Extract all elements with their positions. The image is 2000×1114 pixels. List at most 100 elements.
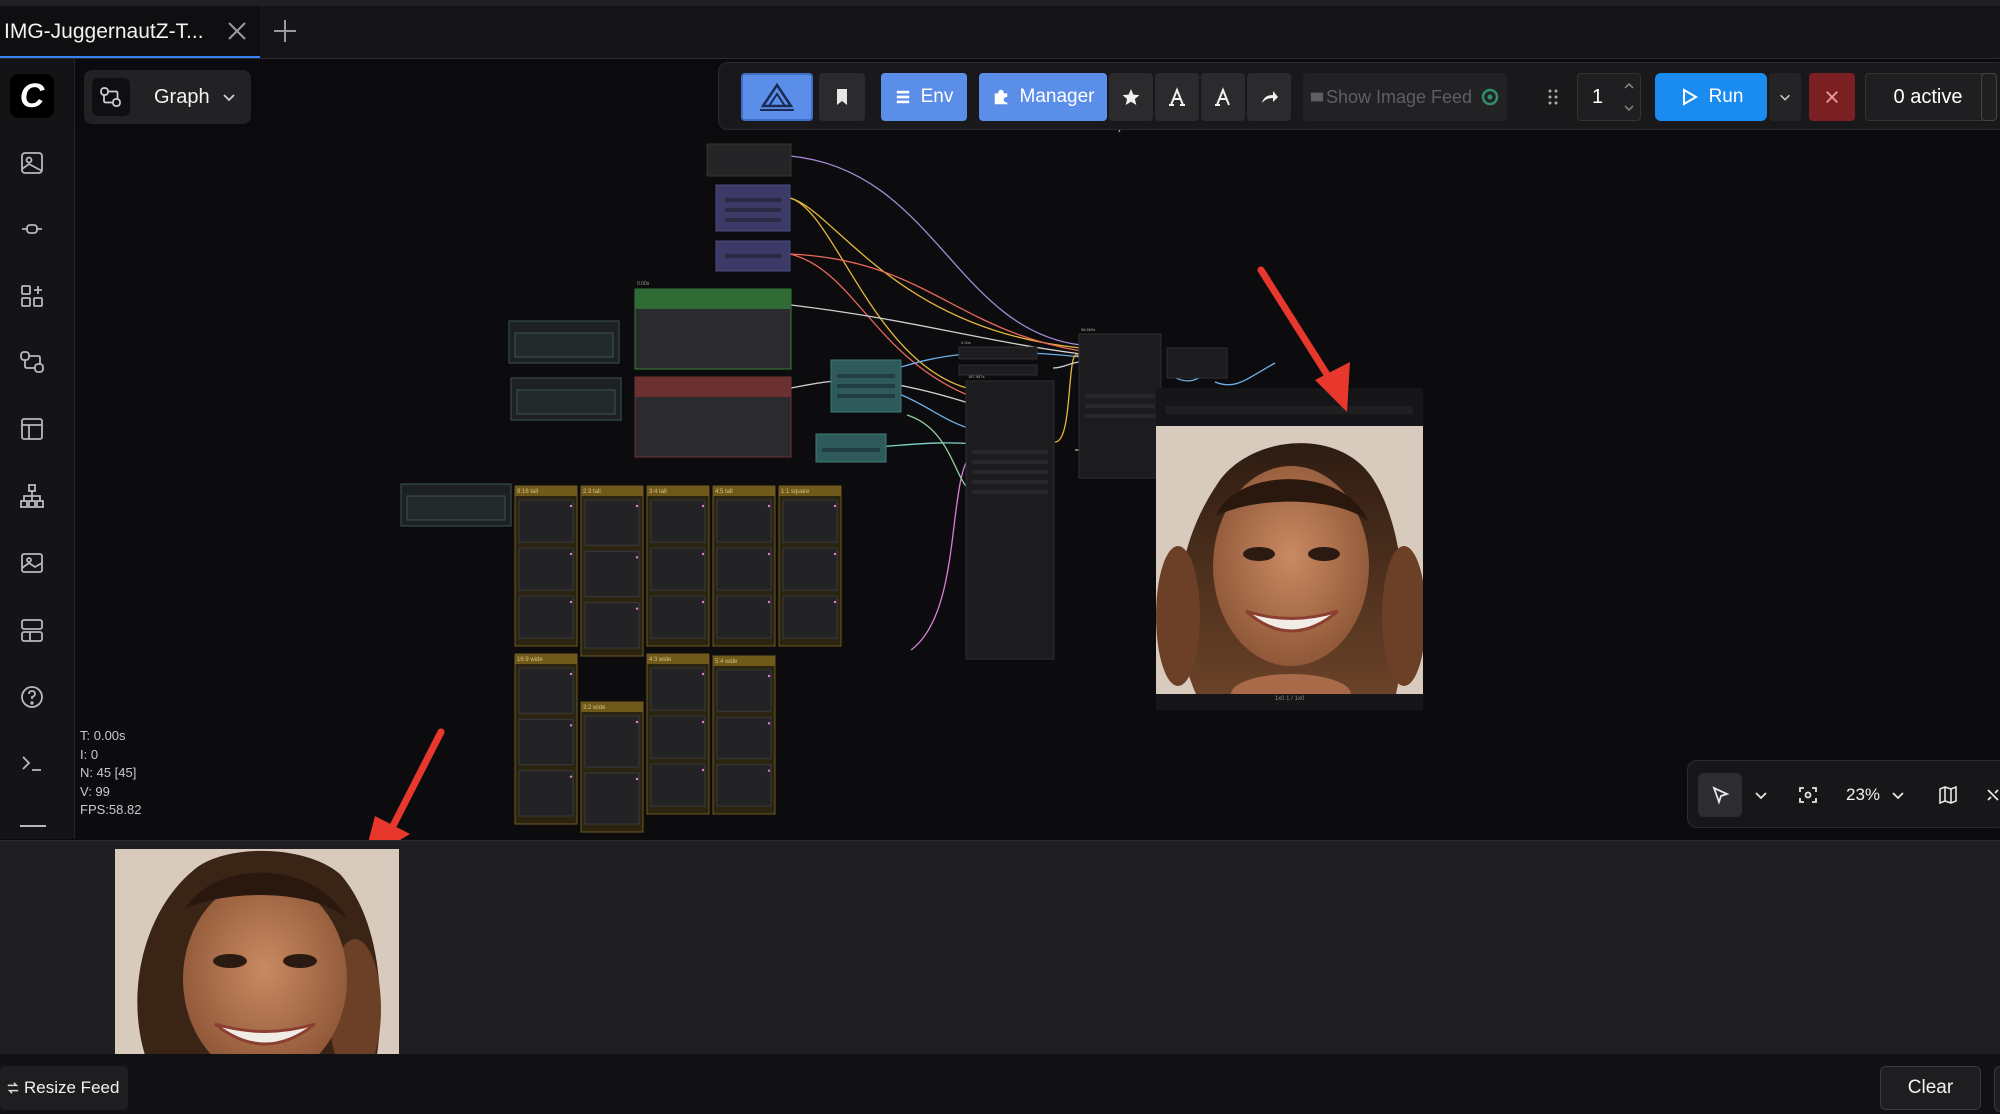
resize-feed-button[interactable]: Resize Feed xyxy=(0,1066,128,1110)
ratio-group-node-output[interactable] xyxy=(701,768,705,772)
help-icon[interactable] xyxy=(14,679,50,715)
images-icon[interactable] xyxy=(14,145,50,181)
link-visibility-button[interactable] xyxy=(1978,773,2000,817)
ratio-group-node[interactable] xyxy=(518,499,574,543)
sidebar-more-icon[interactable] xyxy=(20,825,46,827)
ratio-group-node[interactable] xyxy=(716,669,772,712)
ratio-group-node-output[interactable] xyxy=(635,777,639,781)
feed-options-button[interactable] xyxy=(1994,1066,2000,1112)
ratio-group-node-output[interactable] xyxy=(701,720,705,724)
ratio-group-node-output[interactable] xyxy=(701,672,705,676)
model-button-2[interactable] xyxy=(1201,73,1245,121)
ratio-group-node[interactable] xyxy=(650,763,706,807)
ratio-group-node[interactable] xyxy=(584,772,640,825)
ratio-group-node-output[interactable] xyxy=(701,504,705,508)
ratio-group-node[interactable] xyxy=(716,547,772,591)
ratio-group-node[interactable] xyxy=(518,718,574,766)
manager-button[interactable]: Manager xyxy=(979,73,1107,121)
queue-icon[interactable] xyxy=(14,545,50,581)
model-library-icon[interactable] xyxy=(14,478,50,514)
graph-selector[interactable]: Graph xyxy=(84,70,251,124)
ratio-group-node-output[interactable] xyxy=(635,504,639,508)
feed-image-thumbnail[interactable] xyxy=(115,849,399,1055)
generated-portrait-image[interactable] xyxy=(1156,426,1423,694)
ratio-group-node[interactable] xyxy=(584,499,640,546)
stepper-icon[interactable] xyxy=(1622,78,1636,116)
ratio-group-node-output[interactable] xyxy=(767,552,771,556)
node-library-icon[interactable] xyxy=(14,278,50,314)
ratio-group-node[interactable] xyxy=(716,716,772,760)
ratio-group-node-output[interactable] xyxy=(569,775,573,778)
ratio-group-node-output[interactable] xyxy=(635,607,639,610)
run-button[interactable]: Run xyxy=(1655,73,1767,121)
terminal-icon[interactable] xyxy=(14,745,50,781)
ratio-group-node[interactable] xyxy=(584,715,640,768)
ratio-group-node[interactable] xyxy=(650,595,706,639)
model-button-1[interactable] xyxy=(1155,73,1199,121)
save-image-node[interactable]: 1x0 1 / 1x0 xyxy=(1156,388,1423,710)
ratio-group-node-output[interactable] xyxy=(635,720,639,724)
nodes-icon[interactable] xyxy=(14,211,50,247)
layout-icon[interactable] xyxy=(14,612,50,648)
ratio-group-node-output[interactable] xyxy=(833,504,837,508)
plus-icon[interactable] xyxy=(270,16,300,46)
ratio-group-node[interactable] xyxy=(584,550,640,598)
workflow-tab[interactable]: IMG-JuggernautZ-T... xyxy=(0,6,260,58)
ratio-group-node-output[interactable] xyxy=(767,600,771,604)
env-button[interactable]: Env xyxy=(881,73,967,121)
ratio-group-node[interactable] xyxy=(716,499,772,543)
minimap-button[interactable] xyxy=(1928,773,1968,817)
clear-feed-button[interactable]: Clear xyxy=(1880,1066,1981,1110)
show-image-feed-button[interactable]: Show Image Feed xyxy=(1303,73,1507,121)
image-icon xyxy=(1310,92,1324,102)
ratio-group-node-output[interactable] xyxy=(701,552,705,556)
ratio-group-node[interactable] xyxy=(518,770,574,817)
batch-count-input[interactable]: 1 xyxy=(1577,73,1641,121)
ratio-group-node[interactable] xyxy=(518,547,574,591)
active-queue-button[interactable]: 0 active xyxy=(1865,73,1991,121)
templates-icon[interactable] xyxy=(14,411,50,447)
star-button[interactable] xyxy=(1109,73,1153,121)
ratio-group-node-output[interactable] xyxy=(767,674,771,678)
select-tool-button[interactable] xyxy=(1698,773,1742,817)
fit-view-button[interactable] xyxy=(1788,773,1828,817)
ratio-group-node-output[interactable] xyxy=(569,504,573,508)
ratio-group-node-output[interactable] xyxy=(569,672,573,676)
ratio-group-node-output[interactable] xyxy=(833,552,837,556)
ratio-group-node[interactable] xyxy=(650,715,706,759)
ratio-group-node[interactable] xyxy=(716,595,772,639)
ratio-group-node[interactable] xyxy=(782,547,838,591)
ratio-group-node[interactable] xyxy=(518,667,574,714)
ratio-group-node-output[interactable] xyxy=(701,600,705,604)
ratio-group-node[interactable] xyxy=(650,499,706,543)
ratio-group-node[interactable] xyxy=(782,499,838,543)
drag-handle-icon[interactable] xyxy=(1543,73,1563,121)
ratio-group-node-output[interactable] xyxy=(569,724,573,727)
ratio-group-node-output[interactable] xyxy=(767,722,771,725)
ratio-group-node-output[interactable] xyxy=(569,552,573,556)
bookmark-button[interactable] xyxy=(819,73,865,121)
ratio-group-node[interactable] xyxy=(716,764,772,807)
ratio-group-node[interactable] xyxy=(650,547,706,591)
play-icon xyxy=(1682,88,1698,106)
zoom-level-dropdown[interactable]: 23% xyxy=(1836,773,1916,817)
ratio-group-node[interactable] xyxy=(782,595,838,639)
tool-options-button[interactable] xyxy=(1748,773,1774,817)
ratio-group-node-output[interactable] xyxy=(767,504,771,508)
interrupt-button[interactable] xyxy=(1809,73,1855,121)
workflows-icon[interactable] xyxy=(14,344,50,380)
ratio-group-node[interactable] xyxy=(650,667,706,711)
ratio-group-node-output[interactable] xyxy=(833,600,837,604)
ratio-group-node[interactable] xyxy=(584,602,640,649)
share-button[interactable] xyxy=(1247,73,1291,121)
panel-toggle-button[interactable] xyxy=(1981,73,1997,121)
run-options-button[interactable] xyxy=(1769,73,1801,121)
graph-label: Graph xyxy=(154,86,210,108)
ratio-group-node-output[interactable] xyxy=(569,600,573,604)
comfy-logo-icon[interactable]: C xyxy=(10,74,54,118)
crystools-button[interactable] xyxy=(741,73,813,121)
close-icon[interactable] xyxy=(224,18,250,44)
ratio-group-node-output[interactable] xyxy=(635,556,639,559)
ratio-group-node-output[interactable] xyxy=(767,769,771,772)
ratio-group-node[interactable] xyxy=(518,595,574,639)
